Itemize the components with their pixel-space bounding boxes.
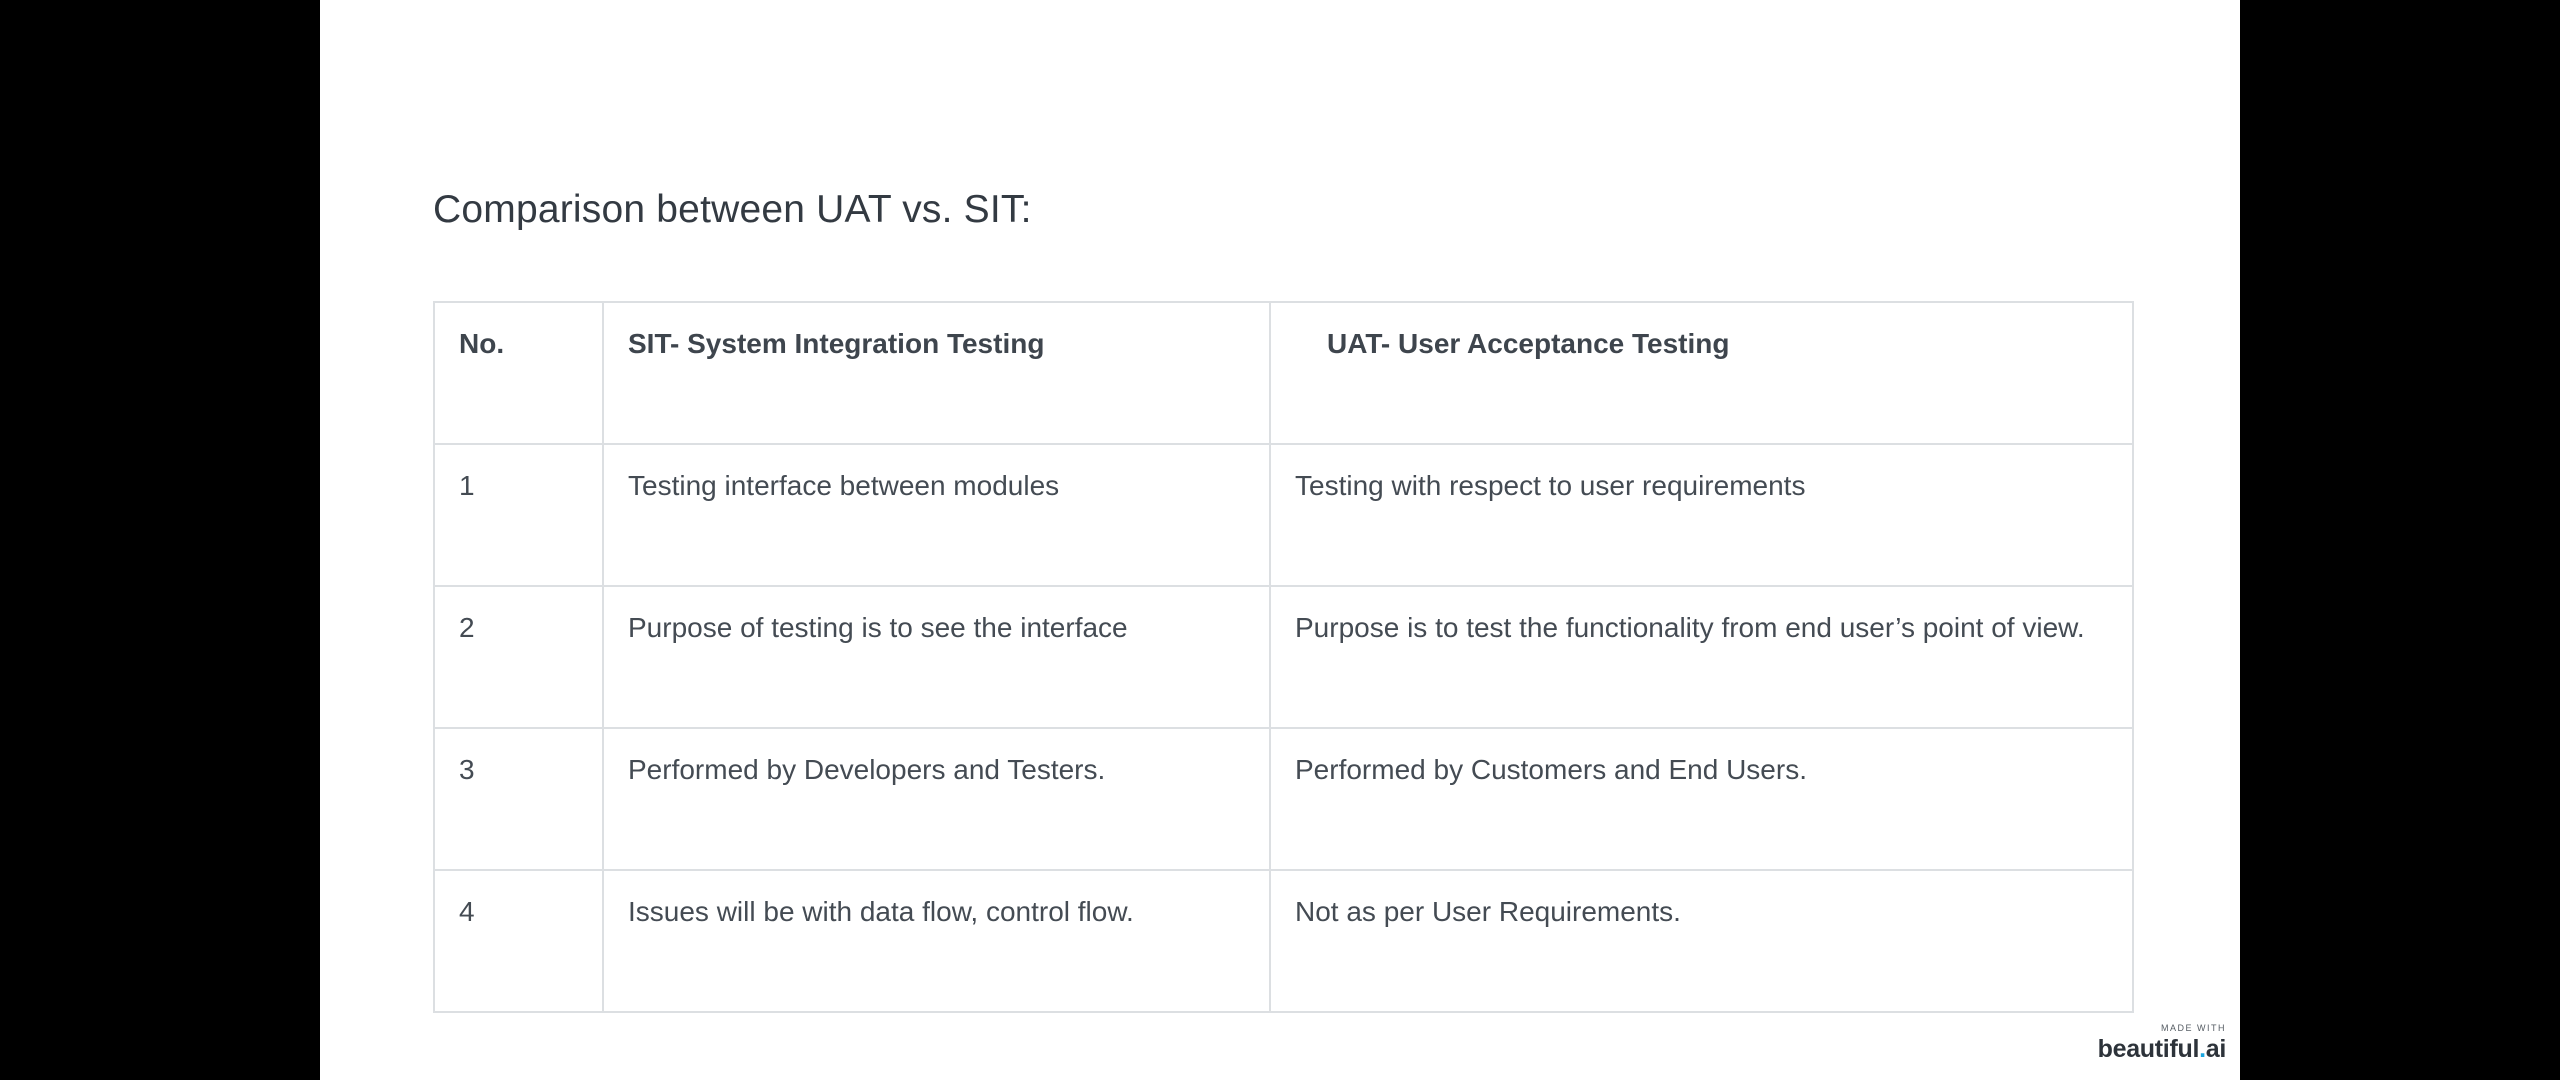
sit-cell: Performed by Developers and Testers. [602,727,1271,871]
sit-cell: Issues will be with data flow, control f… [602,869,1271,1013]
brand-suffix: ai [2205,1035,2227,1063]
uat-cell: Performed by Customers and End Users. [1269,727,2134,871]
table-row: 4 Issues will be with data flow, control… [433,869,2134,1013]
slide-title: Comparison between UAT vs. SIT: [433,188,1032,231]
sit-cell: Purpose of testing is to see the interfa… [602,585,1271,729]
comparison-table: No. SIT- System Integration Testing UAT-… [433,301,2134,1013]
brand-prefix: beautiful [2097,1035,2200,1063]
slide-canvas: Comparison between UAT vs. SIT: No. SIT-… [320,0,2240,1080]
made-with-label: MADE WITH [2161,1023,2226,1033]
row-number: 3 [433,727,604,871]
header-sit: SIT- System Integration Testing [602,301,1271,445]
brand-logo: beautiful.ai [2097,1035,2227,1063]
made-with-badge[interactable]: MADE WITH beautiful.ai [2097,1023,2227,1063]
row-number: 1 [433,443,604,587]
table-row: 2 Purpose of testing is to see the inter… [433,585,2134,729]
table-header-row: No. SIT- System Integration Testing UAT-… [433,301,2134,445]
header-number: No. [433,301,604,445]
sit-cell: Testing interface between modules [602,443,1271,587]
uat-cell: Not as per User Requirements. [1269,869,2134,1013]
row-number: 2 [433,585,604,729]
header-uat: UAT- User Acceptance Testing [1269,301,2134,445]
row-number: 4 [433,869,604,1013]
brand-dot: . [2199,1035,2206,1063]
table-row: 3 Performed by Developers and Testers. P… [433,727,2134,871]
uat-cell: Testing with respect to user requirement… [1269,443,2134,587]
uat-cell: Purpose is to test the functionality fro… [1269,585,2134,729]
table-row: 1 Testing interface between modules Test… [433,443,2134,587]
